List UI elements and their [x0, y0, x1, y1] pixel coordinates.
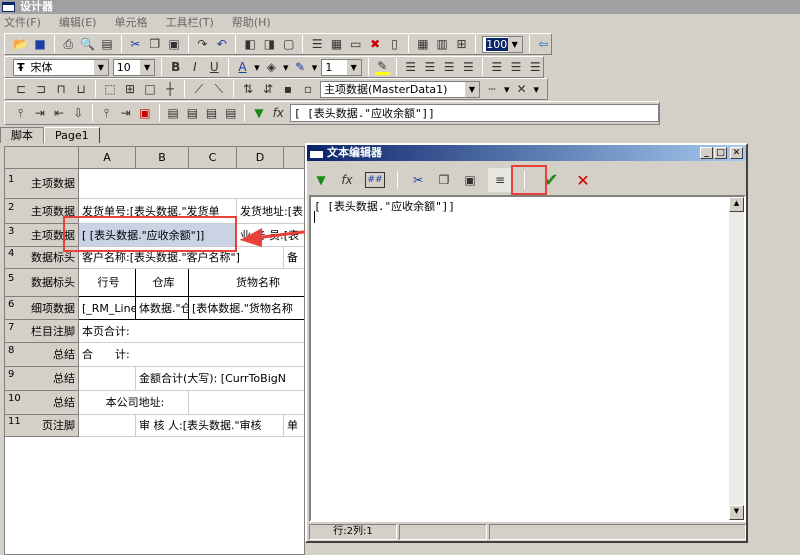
maximize-button[interactable]: □ — [714, 147, 727, 159]
cursor-position: 行:2列:1 — [309, 524, 397, 540]
vertical-scrollbar[interactable]: ▲ ▼ — [729, 197, 744, 520]
close-button[interactable]: ✕ — [730, 147, 743, 159]
status-panel-3 — [489, 524, 746, 540]
cancel-button[interactable]: ✕ — [575, 171, 591, 190]
dialog-title: 文本编辑器 — [327, 146, 382, 159]
text-cursor — [314, 211, 315, 223]
paste-icon[interactable]: ▣ — [462, 172, 478, 188]
dialog-icon — [310, 148, 323, 158]
wrap-icon[interactable]: ≡ — [488, 168, 512, 192]
status-panel-2 — [399, 524, 487, 540]
copy-icon[interactable]: ❐ — [436, 172, 452, 188]
dialog-title-bar: 文本编辑器 _ □ ✕ — [307, 145, 746, 161]
editor-textarea[interactable]: [ [表头数据."应收余额"]] ▲ ▼ — [309, 195, 746, 522]
cut-icon[interactable]: ✂ — [410, 172, 426, 188]
arrow-head — [240, 228, 262, 247]
insert-data-icon[interactable]: ▼ — [313, 172, 329, 188]
editor-toolbar: ▼ fx ## ✂ ❐ ▣ ≡ ✔ ✕ — [309, 165, 591, 195]
format-icon[interactable]: ## — [365, 172, 385, 188]
fx-icon[interactable]: fx — [339, 172, 355, 188]
text-editor-dialog: 文本编辑器 _ □ ✕ ▼ fx ## ✂ ❐ ▣ ≡ ✔ ✕ [ [表头数据.… — [305, 143, 748, 543]
scroll-up-icon[interactable]: ▲ — [729, 197, 744, 212]
minimize-button[interactable]: _ — [700, 147, 713, 159]
status-bar: 行:2列:1 — [309, 524, 746, 540]
scroll-down-icon[interactable]: ▼ — [729, 505, 744, 520]
editor-text: [ [表头数据."应收余额"]] — [314, 200, 455, 213]
highlight-box-ok — [511, 165, 547, 195]
